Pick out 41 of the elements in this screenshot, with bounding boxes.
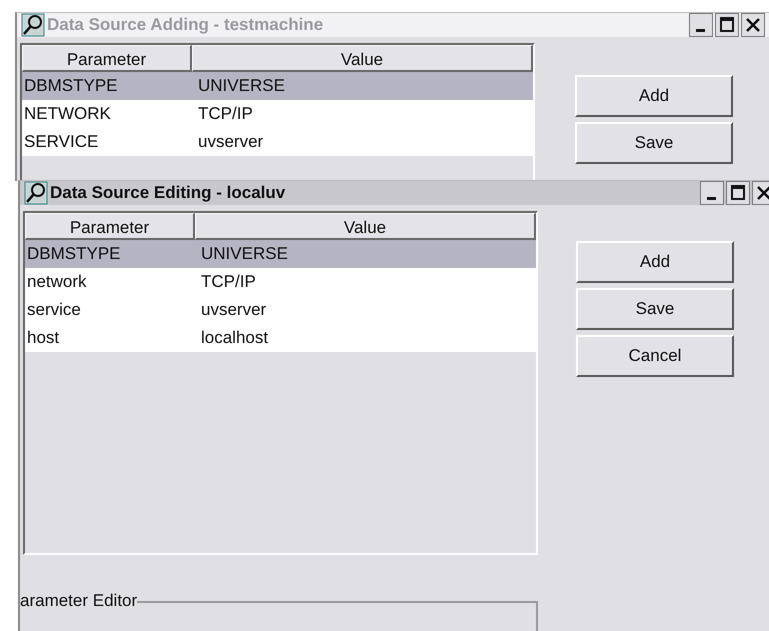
column-header[interactable]: Value (195, 213, 536, 240)
table-cell-text: UNIVERSE (197, 75, 286, 97)
table-cell-text: uvserver (200, 299, 268, 321)
table-row[interactable]: DBMSTYPE UNIVERSE (22, 72, 533, 100)
table-cell-text: service (26, 299, 82, 321)
table-row[interactable]: network TCP/IP (25, 268, 536, 296)
close-icon[interactable] (752, 181, 769, 205)
table-row[interactable]: host localhost (25, 324, 536, 352)
group-label: arameter Editor (20, 591, 138, 611)
table-cell-text: DBMSTYPE (26, 243, 122, 265)
table-row[interactable]: DBMSTYPE UNIVERSE (25, 240, 536, 268)
maximize-icon[interactable] (726, 181, 750, 205)
dialog-button[interactable]: Save (576, 288, 734, 330)
dialog-button[interactable]: Add (575, 75, 733, 117)
table-cell-text: UNIVERSE (200, 243, 289, 265)
table-row[interactable]: SERVICE uvserver (22, 128, 533, 156)
table-cell-text: NETWORK (23, 103, 112, 125)
window-title: Data Source Editing - localuv (50, 183, 286, 203)
minimize-icon[interactable] (689, 13, 713, 37)
maximize-icon[interactable] (715, 13, 739, 37)
table-cell-text: TCP/IP (200, 271, 257, 293)
table-cell-text: network (26, 271, 88, 293)
dialog-button[interactable]: Save (575, 122, 733, 164)
magnifier-icon (21, 13, 45, 37)
table-row[interactable]: NETWORK TCP/IP (22, 100, 533, 128)
magnifier-icon (24, 181, 48, 205)
column-header[interactable]: Value (192, 45, 533, 72)
table-row[interactable]: service uvserver (25, 296, 536, 324)
dialog-button[interactable]: Add (576, 241, 734, 283)
table-cell-text: uvserver (197, 131, 264, 153)
column-header[interactable]: Parameter (25, 213, 195, 240)
window-title: Data Source Adding - testmachine (47, 15, 324, 35)
column-header[interactable]: Parameter (22, 45, 192, 72)
minimize-icon[interactable] (700, 181, 724, 205)
table-cell-text: localhost (200, 327, 270, 349)
table-cell-text: TCP/IP (197, 103, 254, 125)
table-cell-text: SERVICE (23, 131, 100, 153)
dialog-button[interactable]: Cancel (576, 335, 734, 377)
table-cell-text: DBMSTYPE (23, 75, 119, 97)
table-cell-text: host (26, 327, 60, 349)
close-icon[interactable] (741, 13, 765, 37)
